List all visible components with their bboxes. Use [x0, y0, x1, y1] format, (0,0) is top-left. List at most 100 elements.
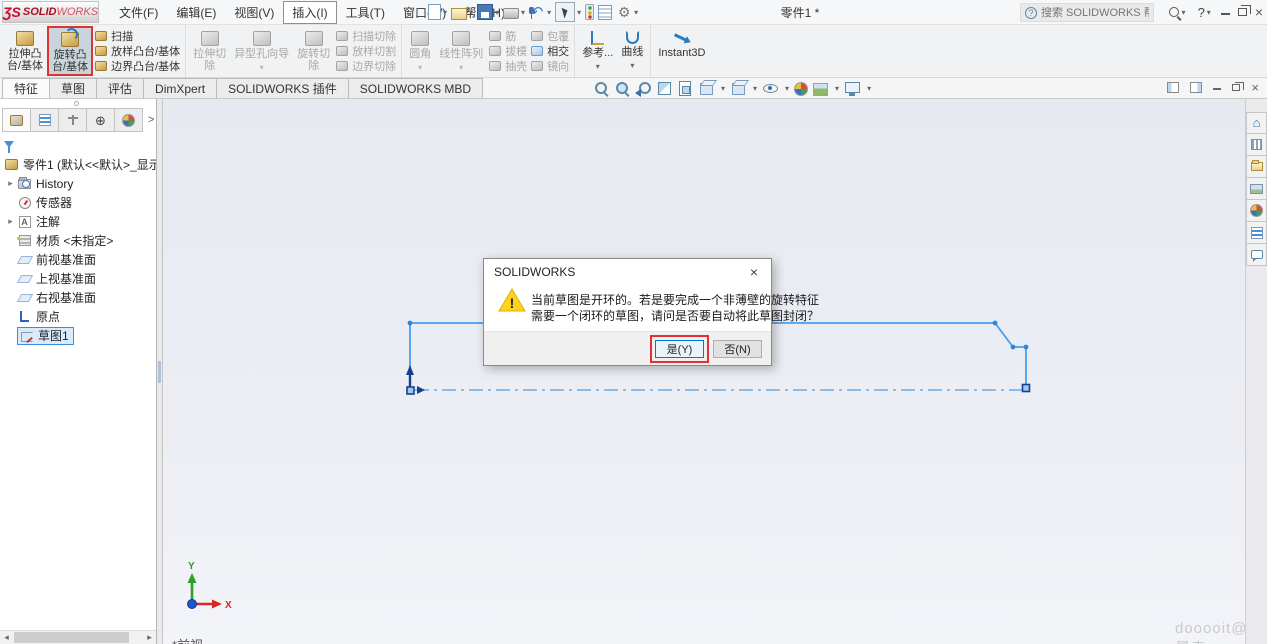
curves-button[interactable]: 曲线 ▾	[617, 26, 647, 76]
shell-button[interactable]: 抽壳	[489, 59, 527, 74]
options-button[interactable]: ⚙ ▾	[614, 1, 640, 23]
minimize-button[interactable]	[1220, 12, 1230, 15]
view-palette-button[interactable]	[1246, 178, 1267, 200]
lofted-cut-button[interactable]: 放样切割	[336, 43, 396, 58]
previous-view-icon[interactable]	[635, 80, 651, 97]
extruded-cut-button[interactable]: 拉伸切 除	[189, 26, 230, 76]
zoom-to-fit-icon[interactable]	[593, 80, 609, 96]
yes-button[interactable]: 是(Y)	[655, 340, 704, 358]
tab-solidworks-mbd[interactable]: SOLIDWORKS MBD	[347, 78, 484, 98]
swept-boss-base-button[interactable]: 扫描	[95, 28, 180, 43]
file-properties-button[interactable]	[596, 1, 614, 23]
pane-left-icon[interactable]	[1167, 82, 1180, 93]
boundary-boss-base-button[interactable]: 边界凸台/基体	[95, 59, 180, 74]
tree-horizontal-scrollbar[interactable]: ◂ ▸	[0, 630, 156, 644]
tree-item-annotations[interactable]: ▸ 注解	[0, 212, 156, 231]
swept-cut-button[interactable]: 扫描切除	[336, 28, 396, 43]
tree-item-material[interactable]: 材质 <未指定>	[0, 231, 156, 250]
pane-right-icon[interactable]	[1190, 82, 1203, 93]
tree-item-right-plane[interactable]: 右视基准面	[0, 288, 156, 307]
zoom-to-area-icon[interactable]	[614, 80, 630, 96]
menu-edit[interactable]: 编辑(E)	[167, 1, 225, 24]
restore-button[interactable]	[1237, 5, 1251, 16]
rebuild-button[interactable]	[583, 1, 596, 23]
forum-button[interactable]	[1246, 244, 1267, 266]
selected-tree-item[interactable]: 草图1	[17, 326, 74, 345]
graphics-viewport[interactable]: Y X *前视 dooooit@暴走 SOLIDWORKS × ! 当前草图是开…	[163, 99, 1245, 644]
dropdown-arrow-icon[interactable]: ▾	[634, 8, 638, 17]
tree-item-top-plane[interactable]: 上视基准面	[0, 269, 156, 288]
apply-scene-icon[interactable]	[813, 82, 829, 96]
sketch-canvas[interactable]: Y X	[163, 99, 1245, 644]
appearances-button[interactable]	[1246, 200, 1267, 222]
document-close-button[interactable]: ×	[1251, 81, 1259, 94]
panel-expand-button[interactable]: >	[148, 114, 154, 126]
help-button[interactable]: ? ▾	[1196, 1, 1213, 23]
home-button[interactable]: ⌂	[1246, 112, 1267, 134]
save-button[interactable]: ▾	[475, 1, 501, 23]
dropdown-arrow-icon[interactable]: ▾	[785, 84, 789, 93]
new-document-button[interactable]: ▾	[426, 1, 449, 23]
tab-sketch[interactable]: 草图	[49, 78, 98, 98]
tree-root-part[interactable]: 零件1 (默认<<默认>_显示状态	[0, 155, 156, 174]
wrap-button[interactable]: 包覆	[531, 28, 569, 43]
reference-geometry-button[interactable]: 参考... ▾	[578, 26, 617, 76]
property-manager-tab[interactable]	[30, 108, 59, 132]
tab-solidworks-addins[interactable]: SOLIDWORKS 插件	[216, 78, 349, 98]
dropdown-arrow-icon[interactable]: ▾	[835, 84, 839, 93]
close-button[interactable]: ×	[1255, 5, 1263, 19]
tab-features[interactable]: 特征	[2, 78, 51, 98]
extruded-boss-base-button[interactable]: 拉伸凸 台/基体	[3, 26, 47, 76]
custom-properties-button[interactable]	[1246, 222, 1267, 244]
search-input[interactable]	[1041, 6, 1149, 19]
dropdown-arrow-icon[interactable]: ▾	[443, 8, 447, 17]
edit-appearance-icon[interactable]	[794, 81, 809, 96]
mirror-button[interactable]: 镜向	[531, 59, 569, 74]
dropdown-arrow-icon[interactable]: ▾	[260, 62, 264, 74]
linear-pattern-button[interactable]: 线性阵列 ▾	[435, 26, 487, 76]
tree-item-sketch1[interactable]: 草图1	[0, 326, 156, 345]
sketch-endpoint[interactable]	[1021, 383, 1031, 393]
design-library-button[interactable]	[1246, 134, 1267, 156]
panel-grip-icon[interactable]	[74, 101, 79, 106]
feature-manager-tab[interactable]	[2, 108, 31, 132]
dropdown-arrow-icon[interactable]: ▾	[469, 8, 473, 17]
display-manager-tab[interactable]	[114, 108, 143, 132]
tree-filter-row[interactable]	[4, 136, 152, 153]
open-button[interactable]: ▾	[449, 1, 475, 23]
search-box[interactable]: ?	[1020, 3, 1154, 22]
scroll-left-icon[interactable]: ◂	[0, 632, 13, 643]
revolved-cut-button[interactable]: 旋转切 除	[293, 26, 334, 76]
view-orientation-icon[interactable]	[698, 80, 714, 96]
instant3d-button[interactable]: Instant3D	[654, 26, 709, 76]
no-button[interactable]: 否(N)	[713, 340, 762, 358]
sketch-vertex[interactable]	[1023, 344, 1029, 350]
lofted-boss-base-button[interactable]: 放样凸台/基体	[95, 43, 180, 58]
fillet-button[interactable]: 圆角 ▾	[405, 26, 435, 76]
tree-item-front-plane[interactable]: 前视基准面	[0, 250, 156, 269]
dropdown-arrow-icon[interactable]: ▾	[1182, 8, 1186, 17]
expander-icon[interactable]: ▸	[4, 216, 17, 227]
sketch-vertex[interactable]	[992, 320, 998, 326]
hole-wizard-button[interactable]: 异型孔向导 ▾	[230, 26, 293, 76]
sketch-endpoint[interactable]	[406, 386, 415, 395]
document-minimize-button[interactable]	[1213, 87, 1222, 90]
document-restore-button[interactable]	[1232, 82, 1245, 91]
dialog-close-button[interactable]: ×	[737, 259, 771, 285]
print-button[interactable]: ▾	[501, 1, 527, 23]
scrollbar-thumb[interactable]	[14, 632, 129, 643]
boundary-cut-button[interactable]: 边界切除	[336, 59, 396, 74]
dropdown-arrow-icon[interactable]: ▾	[547, 8, 551, 17]
tree-item-history[interactable]: ▸ History	[0, 174, 156, 193]
dropdown-arrow-icon[interactable]: ▾	[495, 8, 499, 17]
dropdown-arrow-icon[interactable]: ▾	[459, 62, 463, 74]
scroll-right-icon[interactable]: ▸	[143, 632, 156, 643]
section-view-icon[interactable]	[656, 80, 672, 96]
sketch-vertex[interactable]	[1010, 344, 1016, 350]
dropdown-arrow-icon[interactable]: ▾	[1207, 8, 1211, 17]
tree-item-sensors[interactable]: 传感器	[0, 193, 156, 212]
undo-button[interactable]: ↶ ▾	[527, 1, 553, 23]
view-settings-icon[interactable]	[844, 80, 861, 96]
dropdown-arrow-icon[interactable]: ▾	[867, 84, 871, 93]
menu-file[interactable]: 文件(F)	[110, 1, 167, 24]
